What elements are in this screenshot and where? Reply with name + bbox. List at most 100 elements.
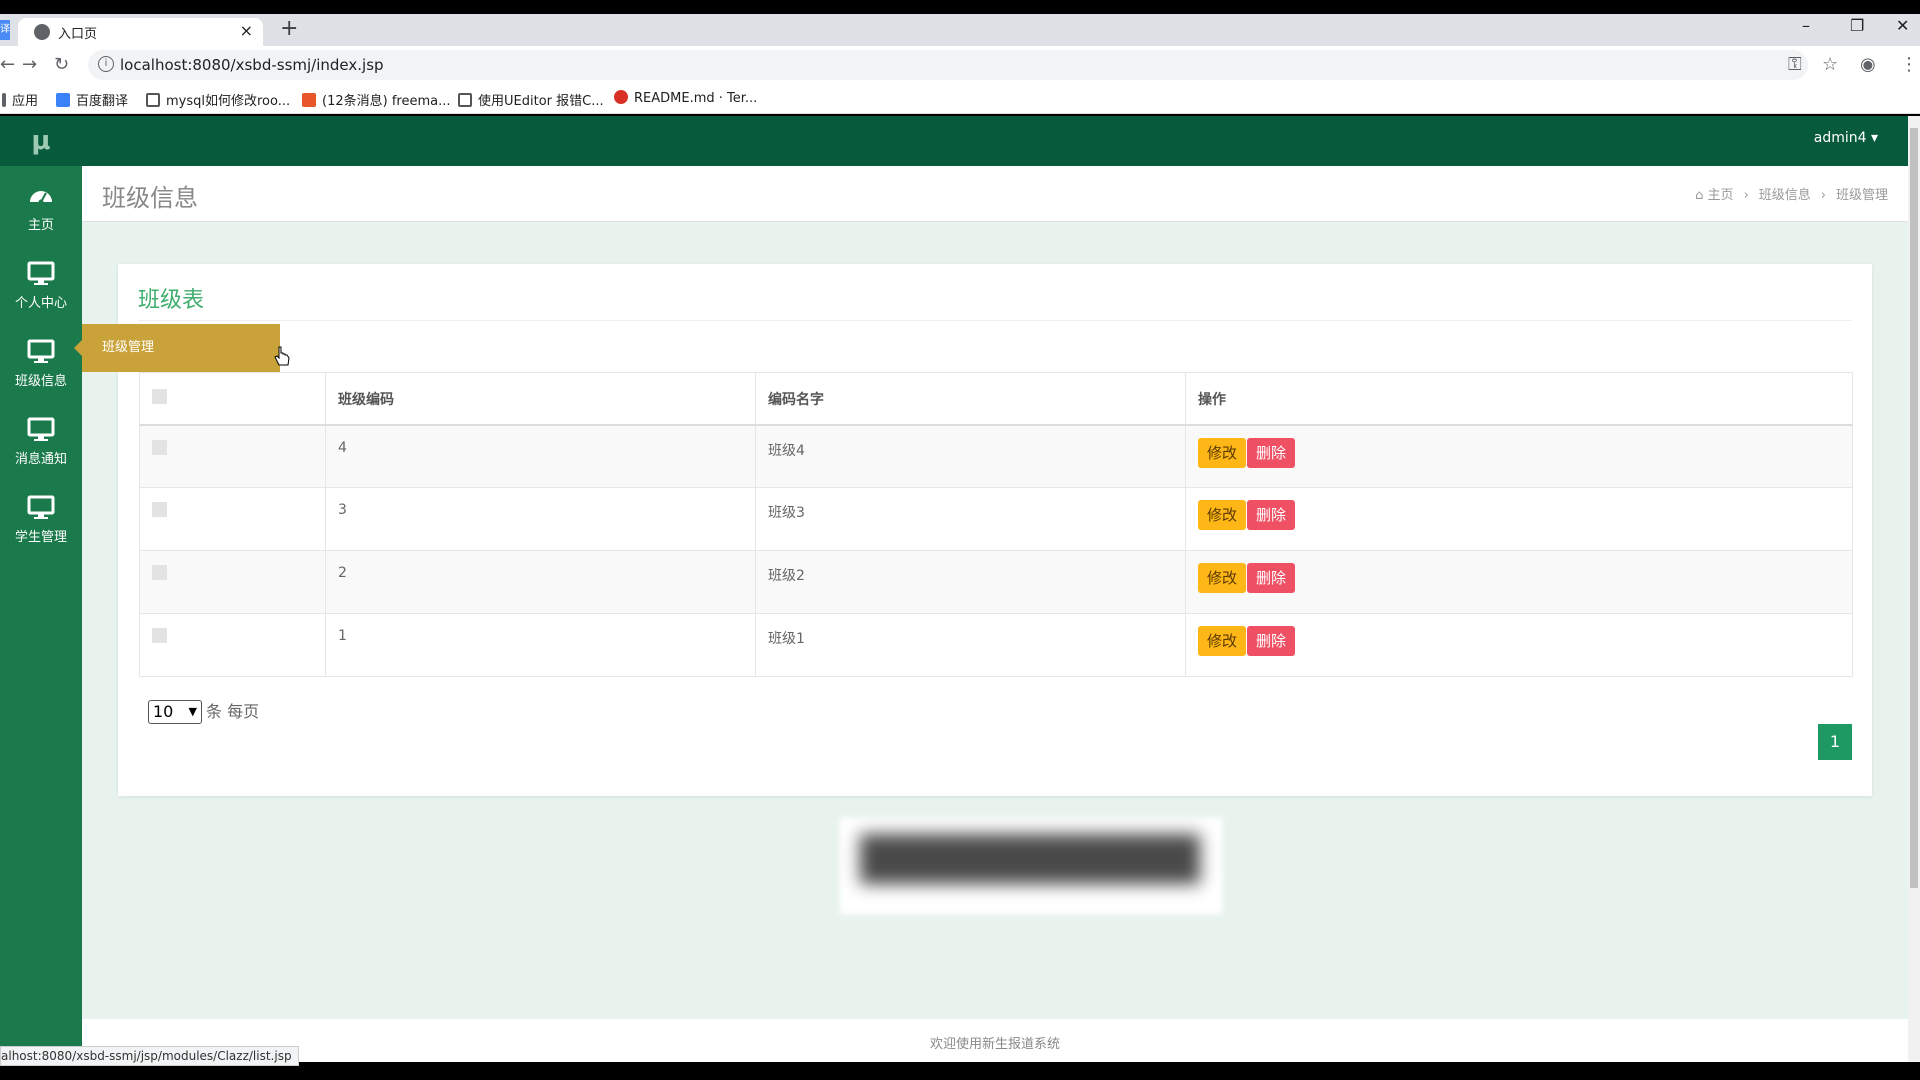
class-table-card: 班级表 班级编码 编码名字 操作 4 班级4 修改 删除 3 班级3 修改 删除… — [118, 264, 1872, 796]
menu-icon[interactable]: ⋮ — [1900, 54, 1918, 75]
page-scrollbar[interactable] — [1908, 116, 1920, 1062]
hand-cursor-icon — [274, 346, 290, 366]
breadcrumb: ⌂ 主页 › 班级信息 › 班级管理 — [1695, 184, 1888, 203]
row-select-cell — [139, 613, 326, 677]
breadcrumb-item: 班级管理 — [1835, 188, 1888, 203]
breadcrumb-item[interactable]: 主页 — [1708, 188, 1734, 203]
row-checkbox[interactable] — [152, 439, 167, 455]
sidebar-item-notifications[interactable]: 消息通知 — [0, 406, 82, 476]
class-table: 班级编码 编码名字 操作 4 班级4 修改 删除 3 班级3 修改 删除 2 班… — [139, 372, 1853, 677]
tab-title: 入口页 — [58, 27, 98, 42]
browser-toolbar: ← → ↻ i localhost:8080/xsbd-ssmj/index.j… — [0, 46, 1920, 84]
class-code-cell: 2 — [325, 550, 756, 614]
bookmark-item[interactable]: 应用 — [2, 90, 38, 109]
link-icon — [458, 93, 472, 107]
submenu-item-class-management[interactable]: 班级管理 — [82, 324, 280, 372]
bookmark-item[interactable]: mysql如何修改roo... — [146, 90, 290, 109]
monitor-icon — [27, 417, 55, 441]
breadcrumb-item[interactable]: 班级信息 — [1759, 188, 1811, 203]
actions-cell: 修改 删除 — [1185, 424, 1853, 488]
edit-button[interactable]: 修改 — [1198, 437, 1247, 468]
card-title: 班级表 — [138, 288, 205, 313]
sidebar-item-class-info[interactable]: 班级信息 — [0, 328, 82, 398]
class-name-cell: 班级2 — [755, 550, 1186, 614]
browser-status-bar: alhost:8080/xsbd-ssmj/jsp/modules/Clazz/… — [0, 1046, 299, 1066]
page-number-button[interactable]: 1 — [1818, 724, 1852, 760]
dashboard-icon — [30, 191, 52, 205]
column-header[interactable]: 编码名字 — [755, 372, 1186, 426]
tab-close-icon[interactable]: × — [240, 21, 253, 40]
row-checkbox[interactable] — [152, 502, 167, 517]
bookmark-item[interactable]: (12条消息) freema... — [302, 90, 450, 109]
chevron-down-icon: ▼ — [188, 705, 197, 718]
delete-button[interactable]: 删除 — [1247, 626, 1296, 656]
bookmark-item[interactable]: 百度翻译 — [56, 90, 128, 109]
scrollbar-thumb[interactable] — [1910, 128, 1918, 888]
info-icon[interactable]: i — [98, 56, 114, 72]
table-row: 1 班级1 修改 删除 — [139, 613, 1853, 677]
page-size-value: 10 — [153, 702, 174, 721]
screen: 译 入口页 × + – ❐ ✕ ← → ↻ i localhost:8080/x… — [0, 0, 1920, 1080]
page-size-select[interactable]: 10 ▼ — [148, 700, 202, 724]
sidebar-item-profile[interactable]: 个人中心 — [0, 250, 82, 320]
actions-cell: 修改 删除 — [1185, 487, 1853, 551]
footer-text: 欢迎使用新生报道系统 — [929, 1037, 1060, 1052]
sidebar-item-students[interactable]: 学生管理 — [0, 484, 82, 554]
monitor-icon — [27, 261, 55, 285]
per-page-label: 条 每页 — [206, 702, 260, 721]
breadcrumb-separator: › — [1743, 188, 1749, 203]
blurred-text-block — [860, 834, 1200, 884]
forward-icon[interactable]: → — [22, 54, 37, 75]
monitor-icon — [27, 339, 55, 363]
flyout-pointer — [74, 340, 82, 356]
blurred-watermark — [840, 818, 1222, 914]
edit-button[interactable]: 修改 — [1198, 626, 1247, 656]
select-all-checkbox[interactable] — [152, 389, 167, 404]
delete-button[interactable]: 删除 — [1247, 563, 1296, 593]
back-icon[interactable]: ← — [0, 54, 15, 75]
delete-button[interactable]: 删除 — [1247, 500, 1296, 530]
edit-button[interactable]: 修改 — [1198, 500, 1247, 530]
browser-tab-active[interactable]: 入口页 × — [18, 18, 263, 46]
csdn-icon — [302, 93, 316, 107]
globe-icon — [34, 24, 50, 40]
column-header[interactable]: 班级编码 — [325, 372, 756, 426]
sidebar-item-label: 主页 — [27, 218, 54, 233]
table-row: 3 班级3 修改 删除 — [139, 487, 1853, 551]
table-row: 2 班级2 修改 删除 — [139, 550, 1853, 614]
reload-icon[interactable]: ↻ — [54, 54, 69, 75]
sidebar-item-home[interactable]: 主页 — [0, 172, 82, 242]
apps-icon — [2, 93, 6, 107]
minimize-icon[interactable]: – — [1802, 16, 1810, 35]
bookmark-item[interactable]: README.md · Ter... — [614, 90, 757, 106]
profile-icon[interactable]: ◉ — [1860, 54, 1876, 75]
class-code-cell: 3 — [325, 487, 756, 551]
class-name-cell: 班级3 — [755, 487, 1186, 551]
key-icon[interactable]: ⚿ — [1788, 54, 1802, 75]
page-size-control: 10 ▼ 条 每页 — [148, 698, 259, 724]
translate-extension-icon[interactable]: 译 — [0, 20, 10, 40]
row-select-cell — [139, 487, 326, 551]
window-close-icon[interactable]: ✕ — [1896, 16, 1909, 35]
address-bar[interactable]: i localhost:8080/xsbd-ssmj/index.jsp — [88, 50, 1808, 80]
row-checkbox[interactable] — [152, 565, 167, 580]
bookmark-item[interactable]: 使用UEditor 报错C... — [458, 90, 604, 109]
monitor-icon — [27, 495, 55, 519]
url-text[interactable]: localhost:8080/xsbd-ssmj/index.jsp — [120, 56, 384, 74]
restore-icon[interactable]: ❐ — [1850, 16, 1864, 35]
row-select-cell — [139, 424, 326, 488]
home-icon: ⌂ — [1695, 188, 1708, 203]
delete-button[interactable]: 删除 — [1247, 437, 1296, 468]
select-all-cell — [139, 372, 326, 426]
star-icon[interactable]: ☆ — [1822, 54, 1838, 75]
user-dropdown[interactable]: admin4 ▾ — [1814, 130, 1878, 146]
sidebar-item-label: 班级信息 — [14, 374, 67, 389]
new-tab-button[interactable]: + — [280, 16, 298, 41]
row-checkbox[interactable] — [152, 628, 167, 643]
row-select-cell — [139, 550, 326, 614]
sidebar-item-label: 学生管理 — [14, 530, 67, 545]
breadcrumb-separator: › — [1820, 188, 1826, 203]
edit-button[interactable]: 修改 — [1198, 563, 1247, 593]
page-header: 班级信息 ⌂ 主页 › 班级信息 › 班级管理 — [82, 166, 1908, 222]
sidebar-item-label: 个人中心 — [14, 296, 67, 311]
